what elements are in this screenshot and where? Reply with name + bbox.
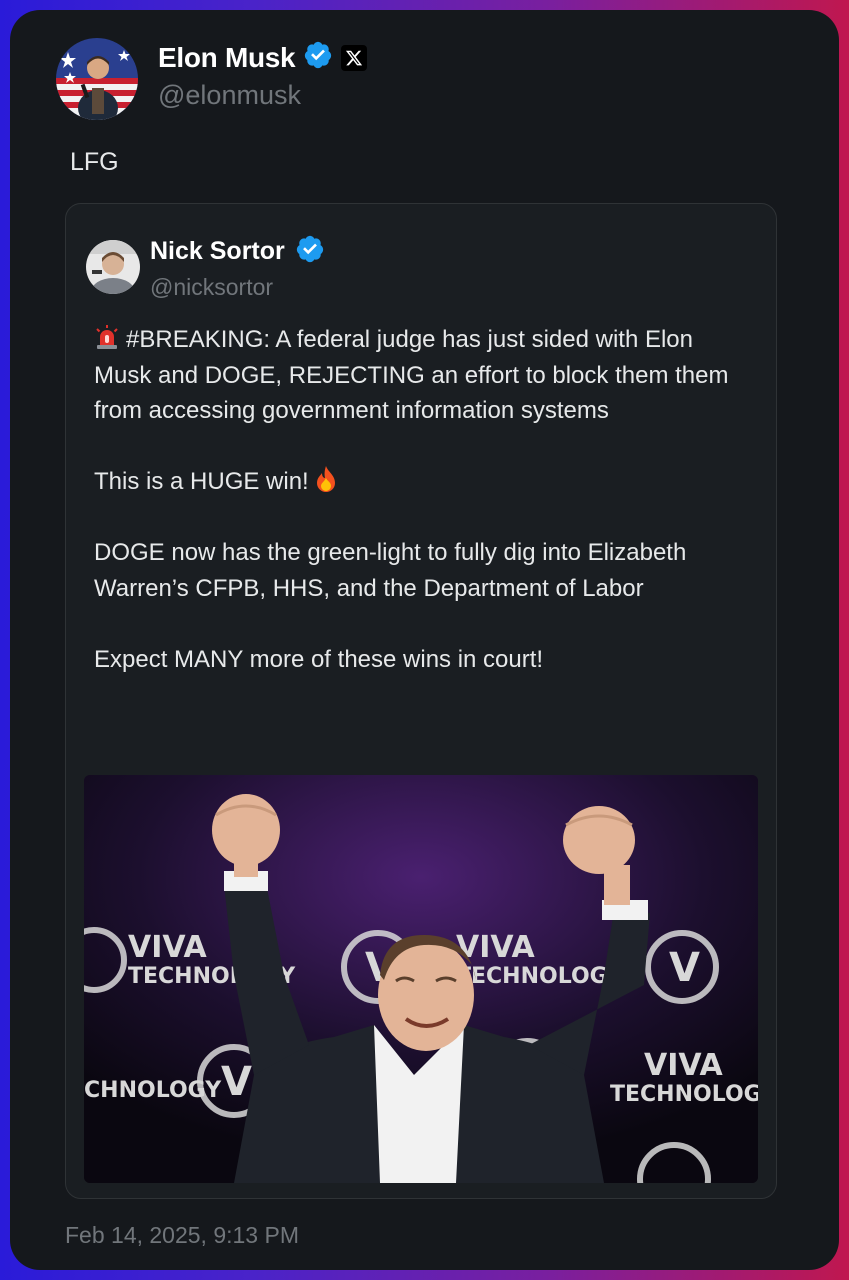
backdrop-text: VIVA: [128, 930, 208, 965]
quoted-paragraph: DOGE now has the green-light to fully di…: [94, 535, 754, 606]
author-avatar[interactable]: [56, 38, 138, 120]
backdrop-text: TECHNOLOGY: [456, 964, 624, 989]
backdrop-logo-letter: V: [221, 1059, 252, 1105]
quoted-tweet-body: #BREAKING: A federal judge has just side…: [94, 322, 754, 713]
quoted-paragraph: This is a HUGE win!: [94, 464, 754, 500]
quoted-tweet-photo[interactable]: V V V V VIVA TECHNOLOGY VIVA TECHNOLOGY …: [84, 775, 758, 1183]
quoted-author-avatar[interactable]: [86, 240, 140, 294]
author-name[interactable]: Elon Musk: [158, 42, 296, 74]
tweet-timestamp[interactable]: Feb 14, 2025, 9:13 PM: [65, 1222, 299, 1249]
backdrop-text: VIVA: [644, 1048, 724, 1083]
tweet-card: Elon Musk @elonmusk LFG Nick Sortor @nic…: [10, 10, 839, 1270]
verified-badge-icon: [303, 40, 333, 75]
x-logo-icon: [341, 44, 368, 71]
quoted-paragraph-text: Expect MANY more of these wins in court!: [94, 645, 544, 673]
quoted-paragraph: Expect MANY more of these wins in court!: [94, 642, 754, 678]
fire-emoji-icon: [313, 465, 339, 493]
quoted-paragraph-text: #BREAKING: A federal judge has just side…: [94, 326, 729, 424]
siren-emoji-icon: [94, 324, 120, 350]
quoted-paragraph: #BREAKING: A federal judge has just side…: [94, 322, 754, 429]
tweet-text: LFG: [70, 148, 119, 176]
quoted-tweet[interactable]: Nick Sortor @nicksortor #BREAKING: A fed…: [65, 203, 777, 1199]
quoted-author-handle[interactable]: @nicksortor: [150, 274, 273, 301]
author-handle[interactable]: @elonmusk: [158, 80, 301, 111]
backdrop-text: TECHNOLOGY: [84, 1078, 222, 1103]
backdrop-text: TECHNOLOGY: [610, 1082, 758, 1107]
quoted-paragraph-text: DOGE now has the green-light to fully di…: [94, 539, 687, 602]
verified-badge-icon: [295, 234, 325, 269]
quoted-author-name[interactable]: Nick Sortor: [150, 237, 285, 266]
backdrop-logo-letter: V: [669, 945, 700, 991]
quoted-paragraph-text: This is a HUGE win!: [94, 468, 309, 495]
